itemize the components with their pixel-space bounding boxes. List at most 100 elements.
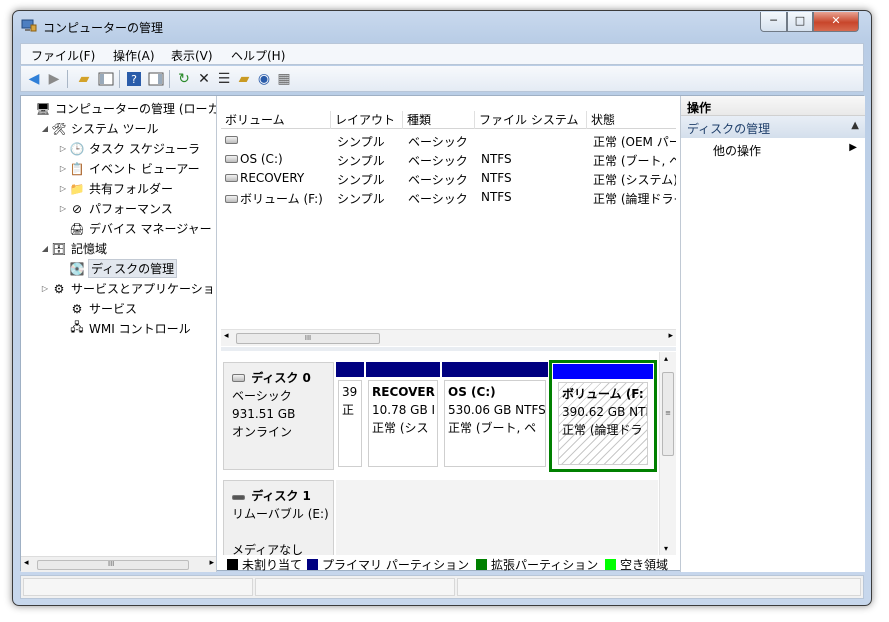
column-header-type[interactable]: 種類 xyxy=(403,111,475,129)
window-title: コンピューターの管理 xyxy=(43,21,164,35)
partition-recovery[interactable]: RECOVER 10.78 GB I 正常 (シス xyxy=(366,362,440,470)
volume-row[interactable]: シンプル ベーシック 正常 (OEM パーティション) xyxy=(221,131,676,150)
scroll-up-icon[interactable]: ▴ xyxy=(664,354,668,363)
properties-icon[interactable]: ☰ xyxy=(215,70,233,88)
volume-layout: シンプル xyxy=(337,192,385,206)
legend-item: 未割り当て xyxy=(227,556,302,573)
partition-oem[interactable]: 39 正 xyxy=(336,362,364,470)
tree-item-services[interactable]: ⚙ サービス xyxy=(57,299,137,318)
disk-management-pane: ボリューム レイアウト 種類 ファイル システム 状態 シンプル ベーシック 正… xyxy=(221,96,676,572)
scroll-left-icon[interactable]: ◂ xyxy=(24,558,29,568)
legend-swatch xyxy=(605,559,616,570)
show-hide-action-pane-icon[interactable] xyxy=(147,70,165,88)
legend-item: プライマリ パーティション xyxy=(307,556,469,573)
tree-item-label: 共有フォルダー xyxy=(89,182,174,196)
tree-expander[interactable]: ◢ xyxy=(39,124,51,133)
scrollbar-thumb[interactable]: III xyxy=(37,560,189,570)
volume-status: 正常 (ブート, ページ ファイル) xyxy=(593,154,676,168)
tree-item-wmi-control[interactable]: 🖧 WMI コントロール xyxy=(57,319,190,338)
open-folder-icon[interactable]: ▰ xyxy=(235,70,253,88)
logical-drive-f[interactable]: ボリューム (F: 390.62 GB NTI 正常 (論理ドラ xyxy=(558,382,648,465)
close-button[interactable]: ✕ xyxy=(813,12,859,32)
help-icon[interactable]: ? xyxy=(125,70,143,88)
tree-item-computer-management[interactable]: 🖥 コンピューターの管理 (ローカル) xyxy=(23,99,216,118)
search-icon[interactable]: ◉ xyxy=(255,70,273,88)
scroll-left-icon[interactable]: ◂ xyxy=(224,331,229,341)
pane-splitter[interactable] xyxy=(221,347,676,351)
volume-row[interactable]: OS (C:) シンプル ベーシック NTFS 正常 (ブート, ページ ファイ… xyxy=(221,150,676,169)
title-bar[interactable]: コンピューターの管理 ─ □ ✕ xyxy=(13,11,871,43)
maximize-button[interactable]: □ xyxy=(787,12,813,32)
partition-size: 39 xyxy=(342,385,358,399)
tree-item-event-viewer[interactable]: ▷ 📋 イベント ビューアー xyxy=(57,159,200,178)
legend-item: 空き領域 xyxy=(605,556,668,573)
tree-item-disk-management[interactable]: 💽 ディスクの管理 xyxy=(57,259,178,278)
disk-view-vertical-scrollbar[interactable]: ▴ ≡ ▾ xyxy=(659,352,676,555)
tree-horizontal-scrollbar[interactable]: ◂ III ▸ xyxy=(21,556,216,572)
tree-item-storage[interactable]: ◢ 🗄 記憶域 xyxy=(39,239,107,258)
tree-item-system-tools[interactable]: ◢ 🛠 システム ツール xyxy=(39,119,159,138)
action-more-actions[interactable]: 他の操作 ▶ xyxy=(681,138,865,160)
column-header-volume[interactable]: ボリューム xyxy=(221,111,331,129)
legend-swatch xyxy=(307,559,318,570)
tree-item-shared-folders[interactable]: ▷ 📁 共有フォルダー xyxy=(57,179,173,198)
forward-icon[interactable]: ▶ xyxy=(45,70,63,88)
column-header-file-system[interactable]: ファイル システム xyxy=(475,111,587,129)
volume-row[interactable]: ボリューム (F:) シンプル ベーシック NTFS 正常 (論理ドライブ) xyxy=(221,188,676,207)
menu-view[interactable]: 表示(V) xyxy=(171,47,213,64)
section-label: ディスクの管理 xyxy=(687,122,771,136)
column-header-status[interactable]: 状態 xyxy=(587,111,676,129)
tree-expander[interactable]: ▷ xyxy=(57,144,69,153)
disk-1-label[interactable]: ディスク 1 リムーバブル (E:) メディアなし xyxy=(223,480,334,555)
actions-header: 操作 xyxy=(681,96,865,116)
volume-name: OS (C:) xyxy=(240,152,283,166)
disk-management-icon: 💽 xyxy=(69,261,85,276)
collapse-caret-icon[interactable]: ▲ xyxy=(851,120,859,131)
disk-state: メディアなし xyxy=(232,543,304,555)
shared-folder-icon: 📁 xyxy=(69,181,85,196)
tree-item-services-applications[interactable]: ▷ ⚙ サービスとアプリケーション xyxy=(39,279,216,298)
menu-file[interactable]: ファイル(F) xyxy=(31,47,95,64)
tree-item-device-manager[interactable]: 🖨 デバイス マネージャー xyxy=(57,219,211,238)
minimize-button[interactable]: ─ xyxy=(760,12,787,32)
legend-item: 拡張パーティション xyxy=(476,556,598,573)
column-header-layout[interactable]: レイアウト xyxy=(331,111,403,129)
back-icon[interactable]: ◀ xyxy=(25,70,43,88)
status-bar xyxy=(20,575,864,599)
services-apps-icon: ⚙ xyxy=(53,281,65,296)
tree-expander[interactable]: ▷ xyxy=(57,184,69,193)
tree-item-label: コンピューターの管理 (ローカル) xyxy=(55,102,216,116)
scrollbar-thumb[interactable]: III xyxy=(236,333,380,344)
menu-help[interactable]: ヘルプ(H) xyxy=(231,47,285,64)
tree-expander[interactable]: ▷ xyxy=(57,204,69,213)
scroll-right-icon[interactable]: ▸ xyxy=(209,558,214,568)
partition-os-c[interactable]: OS (C:) 530.06 GB NTFS 正常 (ブート, ペ xyxy=(442,362,548,470)
delete-icon[interactable]: ✕ xyxy=(195,70,213,88)
volume-list-horizontal-scrollbar[interactable]: ◂ III ▸ xyxy=(221,329,676,346)
disk-kind: ベーシック xyxy=(232,389,292,403)
disk-size: 931.51 GB xyxy=(232,407,296,421)
volume-layout: シンプル xyxy=(337,135,385,149)
scrollbar-thumb[interactable]: ≡ xyxy=(662,372,674,456)
legend-label: 空き領域 xyxy=(620,558,669,572)
logical-drive-header-bar xyxy=(553,364,653,379)
up-folder-icon[interactable]: ▰ xyxy=(75,70,93,88)
scroll-right-icon[interactable]: ▸ xyxy=(668,331,673,341)
disk-0-label[interactable]: ディスク 0 ベーシック 931.51 GB オンライン xyxy=(223,362,334,470)
main-content: 🖥 コンピューターの管理 (ローカル) ◢ 🛠 システム ツール ▷ 🕒 タスク… xyxy=(20,95,865,572)
show-hide-tree-icon[interactable] xyxy=(97,70,115,88)
tree-expander[interactable]: ◢ xyxy=(39,244,51,253)
tools-icon: 🛠 xyxy=(51,121,67,136)
tree-expander[interactable]: ▷ xyxy=(39,284,51,293)
refresh-icon[interactable]: ↻ xyxy=(175,70,193,88)
tree-item-task-scheduler[interactable]: ▷ 🕒 タスク スケジューラ xyxy=(57,139,200,158)
actions-section-disk-management[interactable]: ディスクの管理 ▲ xyxy=(681,116,865,138)
menu-action[interactable]: 操作(A) xyxy=(113,47,155,64)
disk-tool-icon[interactable]: ▦ xyxy=(275,70,293,88)
extended-partition[interactable]: ボリューム (F: 390.62 GB NTI 正常 (論理ドラ xyxy=(549,360,657,472)
volume-type: ベーシック xyxy=(408,173,468,187)
scroll-down-icon[interactable]: ▾ xyxy=(664,544,668,553)
tree-expander[interactable]: ▷ xyxy=(57,164,69,173)
tree-item-performance[interactable]: ▷ ⊘ パフォーマンス xyxy=(57,199,173,218)
volume-row[interactable]: RECOVERY シンプル ベーシック NTFS 正常 (システム) xyxy=(221,169,676,188)
